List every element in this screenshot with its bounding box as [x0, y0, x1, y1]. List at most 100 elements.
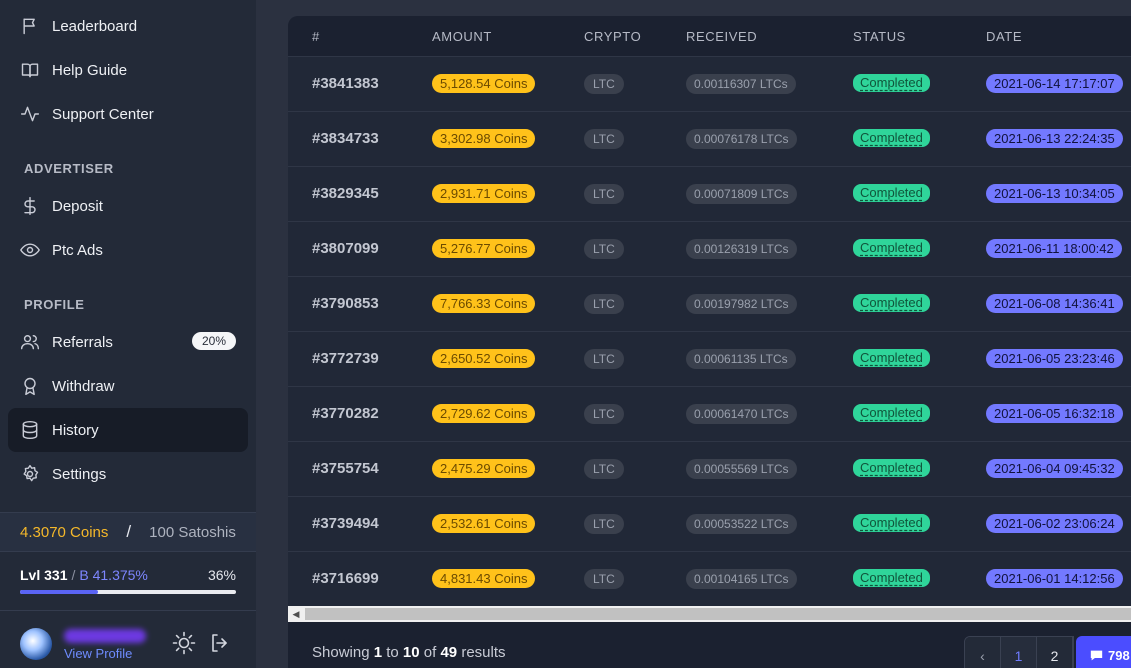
- table-row: #3841383 5,128.54 Coins LTC 0.00116307 LTCs…: [288, 57, 1131, 112]
- date-badge: 2021-06-05 16:32:18: [986, 404, 1123, 423]
- status-badge: Completed: [853, 74, 930, 92]
- logout-button[interactable]: [208, 631, 232, 655]
- database-icon: [20, 420, 40, 440]
- date-badge: 2021-06-01 14:12:56: [986, 569, 1123, 588]
- users-icon: [20, 332, 40, 352]
- sidebar-item-referrals[interactable]: Referrals 20%: [8, 320, 248, 364]
- view-profile-link[interactable]: View Profile: [64, 646, 132, 661]
- transaction-id: #3790853: [312, 295, 379, 312]
- table-row: #3770282 2,729.62 Coins LTC 0.00061470 LTCs…: [288, 387, 1131, 442]
- amount-badge: 2,729.62 Coins: [432, 404, 536, 423]
- transaction-id: #3834733: [312, 130, 379, 147]
- page-button-1[interactable]: 1: [1001, 637, 1037, 668]
- status-badge: Completed: [853, 459, 930, 477]
- showing-to-word: to: [386, 644, 399, 661]
- transaction-id: #3829345: [312, 185, 379, 202]
- section-title-advertiser: ADVERTISER: [24, 161, 114, 176]
- received-badge: 0.00061470 LTCs: [686, 404, 797, 424]
- crypto-badge: LTC: [584, 569, 624, 589]
- received-badge: 0.00076178 LTCs: [686, 129, 797, 149]
- table-footer: Showing 1 to 10 of 49 results ‹ 1 2 798: [288, 622, 1131, 668]
- sidebar-item-label: Ptc Ads: [52, 241, 103, 259]
- table-row: #3829345 2,931.71 Coins LTC 0.00071809 LTCs…: [288, 167, 1131, 222]
- table-row: #3716699 4,831.43 Coins LTC 0.00104165 LTCs…: [288, 552, 1131, 607]
- transaction-id: #3807099: [312, 240, 379, 257]
- prev-page-button[interactable]: ‹: [965, 637, 1001, 668]
- sidebar-item-deposit[interactable]: Deposit: [8, 184, 248, 228]
- transaction-id: #3770282: [312, 405, 379, 422]
- amount-badge: 2,650.52 Coins: [432, 349, 536, 368]
- crypto-badge: LTC: [584, 239, 624, 259]
- crypto-badge: LTC: [584, 294, 624, 314]
- level-value: Lvl 331: [20, 567, 68, 583]
- transaction-id: #3772739: [312, 350, 379, 367]
- level-boost: B 41.375%: [79, 567, 148, 583]
- username-redacted: [64, 629, 146, 643]
- crypto-badge: LTC: [584, 74, 624, 94]
- balance-bar: 4.3070 Coins / 100 Satoshis: [0, 512, 256, 552]
- coins-balance: 4.3070 Coins: [20, 523, 109, 541]
- showing-prefix: Showing: [312, 644, 370, 661]
- received-badge: 0.00126319 LTCs: [686, 239, 797, 259]
- crypto-badge: LTC: [584, 129, 624, 149]
- amount-badge: 2,931.71 Coins: [432, 184, 536, 203]
- date-badge: 2021-06-11 18:00:42: [986, 239, 1122, 258]
- sun-icon: [172, 631, 196, 655]
- eye-icon: [20, 240, 40, 260]
- level-progress-bar: [20, 590, 236, 594]
- sidebar-item-help-guide[interactable]: Help Guide: [8, 48, 248, 92]
- crypto-badge: LTC: [584, 184, 624, 204]
- status-badge: Completed: [853, 349, 930, 367]
- received-badge: 0.00061135 LTCs: [686, 349, 796, 369]
- status-badge: Completed: [853, 514, 930, 532]
- award-icon: [20, 376, 40, 396]
- transaction-id: #3841383: [312, 75, 379, 92]
- sidebar-item-label: Leaderboard: [52, 17, 138, 35]
- amount-badge: 3,302.98 Coins: [432, 129, 536, 148]
- amount-badge: 2,532.61 Coins: [432, 514, 536, 533]
- sidebar-item-label: Deposit: [52, 197, 103, 215]
- status-badge: Completed: [853, 239, 930, 257]
- sidebar-item-settings[interactable]: Settings: [8, 452, 248, 496]
- crypto-badge: LTC: [584, 514, 624, 534]
- sidebar-item-withdraw[interactable]: Withdraw: [8, 364, 248, 408]
- sidebar-item-history[interactable]: History: [8, 408, 248, 452]
- flag-icon: [20, 16, 40, 36]
- column-header-crypto: CRYPTO: [584, 29, 642, 44]
- transaction-id: #3716699: [312, 570, 379, 587]
- received-badge: 0.00104165 LTCs: [686, 569, 797, 589]
- gear-icon: [20, 464, 40, 484]
- page-button-2[interactable]: 2: [1037, 637, 1073, 668]
- horizontal-scrollbar[interactable]: ◀: [288, 606, 1131, 622]
- crypto-badge: LTC: [584, 349, 624, 369]
- scroll-left-arrow[interactable]: ◀: [288, 606, 304, 622]
- theme-toggle-button[interactable]: [172, 631, 196, 655]
- received-badge: 0.00071809 LTCs: [686, 184, 797, 204]
- amount-badge: 5,128.54 Coins: [432, 74, 536, 93]
- sidebar-item-ptc-ads[interactable]: Ptc Ads: [8, 228, 248, 272]
- level-separator: /: [71, 567, 76, 583]
- chat-count: 798: [1108, 647, 1130, 663]
- received-badge: 0.00116307 LTCs: [686, 74, 796, 94]
- received-badge: 0.00055569 LTCs: [686, 459, 797, 479]
- transaction-id: #3739494: [312, 515, 379, 532]
- table-row: #3807099 5,276.77 Coins LTC 0.00126319 LTCs…: [288, 222, 1131, 277]
- column-header-id: #: [312, 29, 320, 44]
- chat-icon: [1090, 650, 1103, 660]
- avatar[interactable]: [20, 628, 52, 660]
- column-header-date: DATE: [986, 29, 1023, 44]
- amount-badge: 2,475.29 Coins: [432, 459, 536, 478]
- sidebar: Leaderboard Help Guide Support Center AD…: [0, 0, 256, 668]
- history-table-panel: # AMOUNT CRYPTO RECEIVED STATUS DATE #38…: [288, 16, 1131, 668]
- referral-percent-badge: 20%: [191, 332, 236, 350]
- scrollbar-thumb[interactable]: [305, 608, 1131, 620]
- sidebar-item-support-center[interactable]: Support Center: [8, 92, 248, 136]
- table-row: #3790853 7,766.33 Coins LTC 0.00197982 LTCs…: [288, 277, 1131, 332]
- table-row: #3834733 3,302.98 Coins LTC 0.00076178 LTCs…: [288, 112, 1131, 167]
- chat-button[interactable]: 798: [1076, 636, 1131, 668]
- section-title-profile: PROFILE: [24, 297, 85, 312]
- column-header-amount: AMOUNT: [432, 29, 492, 44]
- showing-from: 1: [373, 644, 383, 661]
- dollar-icon: [20, 196, 40, 216]
- sidebar-item-leaderboard[interactable]: Leaderboard: [8, 4, 248, 48]
